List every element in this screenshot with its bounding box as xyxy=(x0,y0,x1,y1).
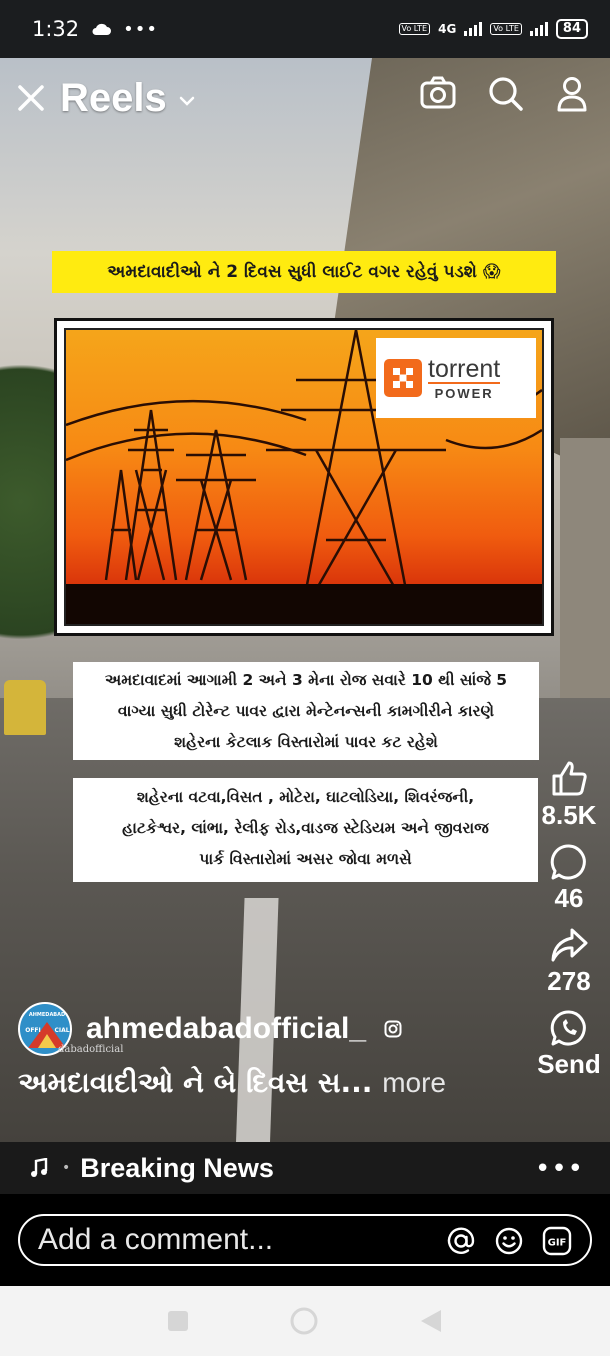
system-nav-bar xyxy=(0,1286,610,1356)
share-count: 278 xyxy=(547,966,591,996)
comment-input[interactable]: Add a comment... GIF xyxy=(18,1214,592,1266)
close-icon[interactable] xyxy=(16,83,46,113)
music-note-icon xyxy=(31,1158,48,1177)
audio-bar[interactable]: • Breaking News ••• xyxy=(0,1142,610,1194)
torrent-logo-icon xyxy=(384,359,422,397)
caption-text: અમદાવાદીઓ ને બે દિવસ સ... xyxy=(18,1066,373,1099)
share-icon[interactable] xyxy=(550,926,588,964)
caption-line: અમદાવાદમાં આગામી 2 અને 3 મેના રોજ સવારે … xyxy=(104,671,508,689)
comment-bar: Add a comment... GIF xyxy=(0,1194,610,1286)
signal-icon-2 xyxy=(529,22,548,36)
caption-line: પાર્ક વિસ્તારોમાં અસર જોવા મળસે xyxy=(199,850,412,868)
author-name[interactable]: ahmedabadofficial_ xyxy=(86,1012,366,1046)
svg-text:CIAL: CIAL xyxy=(54,1027,69,1034)
author-row[interactable]: AHMEDABAD OFFI CIAL ahmedabadofficial_ d… xyxy=(18,1002,402,1056)
comment-icon[interactable] xyxy=(550,843,588,881)
caption-line: શહેરના વટવા,વિસત , મોટેરા, ઘાટલોડિયા, શિ… xyxy=(136,788,475,806)
caption-line: હાટકેશ્વર, લાંભા, રેલીફ રોડ,વાડજ સ્ટેડિય… xyxy=(122,819,489,837)
video-caption-box-2: શહેરના વટવા,વિસત , મોટેરા, ઘાટલોડિયા, શિ… xyxy=(73,778,538,882)
whatsapp-icon[interactable] xyxy=(550,1009,588,1047)
signal-icon xyxy=(464,22,483,36)
send-action[interactable]: Send xyxy=(537,1009,601,1080)
separator-dot: • xyxy=(62,1160,71,1176)
comment-count: 46 xyxy=(554,883,584,913)
reels-header: Reels xyxy=(0,58,610,138)
clock: 1:32 xyxy=(32,17,80,41)
caption-line: શહેરના કેટલાક વિસ્તારોમાં પાવર કટ રહેશે xyxy=(174,733,438,751)
camera-icon[interactable] xyxy=(420,76,456,110)
power-wordmark: POWER xyxy=(428,381,501,401)
comment-action[interactable]: 46 xyxy=(550,843,588,914)
profile-icon[interactable] xyxy=(556,76,588,112)
thumbs-up-icon[interactable] xyxy=(550,760,588,798)
reel-actions: 8.5K 46 278 Send xyxy=(528,760,610,1092)
instagram-icon xyxy=(384,1020,402,1038)
more-notifications-icon: ••• xyxy=(123,18,159,40)
like-count: 8.5K xyxy=(541,800,597,830)
back-icon[interactable] xyxy=(419,1308,443,1334)
caption-line: વાગ્યા સુધી ટોરેન્ટ પાવર દ્વારા મેન્ટેનન… xyxy=(117,702,495,720)
network-type: 4G xyxy=(438,22,457,36)
svg-text:AHMEDABAD: AHMEDABAD xyxy=(29,1012,65,1018)
status-bar: 1:32 ••• Vo LTE 4G Vo LTE 84 xyxy=(0,0,610,58)
reel-caption[interactable]: અમદાવાદીઓ ને બે દિવસ સ... more xyxy=(18,1066,446,1100)
video-headline: અમદાવાદીઓ ને 2 દિવસ સુધી લાઈટ વગર રહેવું… xyxy=(52,251,556,293)
chevron-down-icon[interactable] xyxy=(177,94,197,108)
video-caption-box-1: અમદાવાદમાં આગામી 2 અને 3 મેના રોજ સવારે … xyxy=(73,662,539,760)
volte-badge: Vo LTE xyxy=(398,23,431,35)
mention-icon[interactable] xyxy=(446,1226,476,1256)
share-action[interactable]: 278 xyxy=(547,926,591,997)
home-icon[interactable] xyxy=(289,1306,319,1336)
recents-icon[interactable] xyxy=(167,1310,189,1332)
more-options-icon[interactable]: ••• xyxy=(535,1154,584,1184)
send-label: Send xyxy=(537,1049,601,1079)
watermark-text: dabadofficial xyxy=(58,1044,124,1055)
more-link[interactable]: more xyxy=(382,1067,446,1098)
torrent-power-logo: torrent POWER xyxy=(376,338,536,418)
like-action[interactable]: 8.5K xyxy=(541,760,597,831)
horizon-silhouette xyxy=(66,584,542,624)
audio-title[interactable]: Breaking News xyxy=(80,1153,274,1184)
page-title[interactable]: Reels xyxy=(60,76,167,121)
svg-text:GIF: GIF xyxy=(548,1238,567,1249)
emoji-icon[interactable] xyxy=(494,1226,524,1256)
gif-icon[interactable]: GIF xyxy=(542,1226,572,1256)
search-icon[interactable] xyxy=(488,76,524,112)
battery-icon: 84 xyxy=(555,19,588,39)
comment-placeholder: Add a comment... xyxy=(38,1223,274,1256)
cloud-icon xyxy=(92,23,112,35)
volte-badge-2: Vo LTE xyxy=(490,23,522,35)
auto-rickshaw xyxy=(4,680,46,735)
svg-text:OFFI: OFFI xyxy=(25,1027,41,1034)
news-photo: torrent POWER xyxy=(54,318,554,636)
torrent-wordmark: torrent xyxy=(428,354,501,383)
